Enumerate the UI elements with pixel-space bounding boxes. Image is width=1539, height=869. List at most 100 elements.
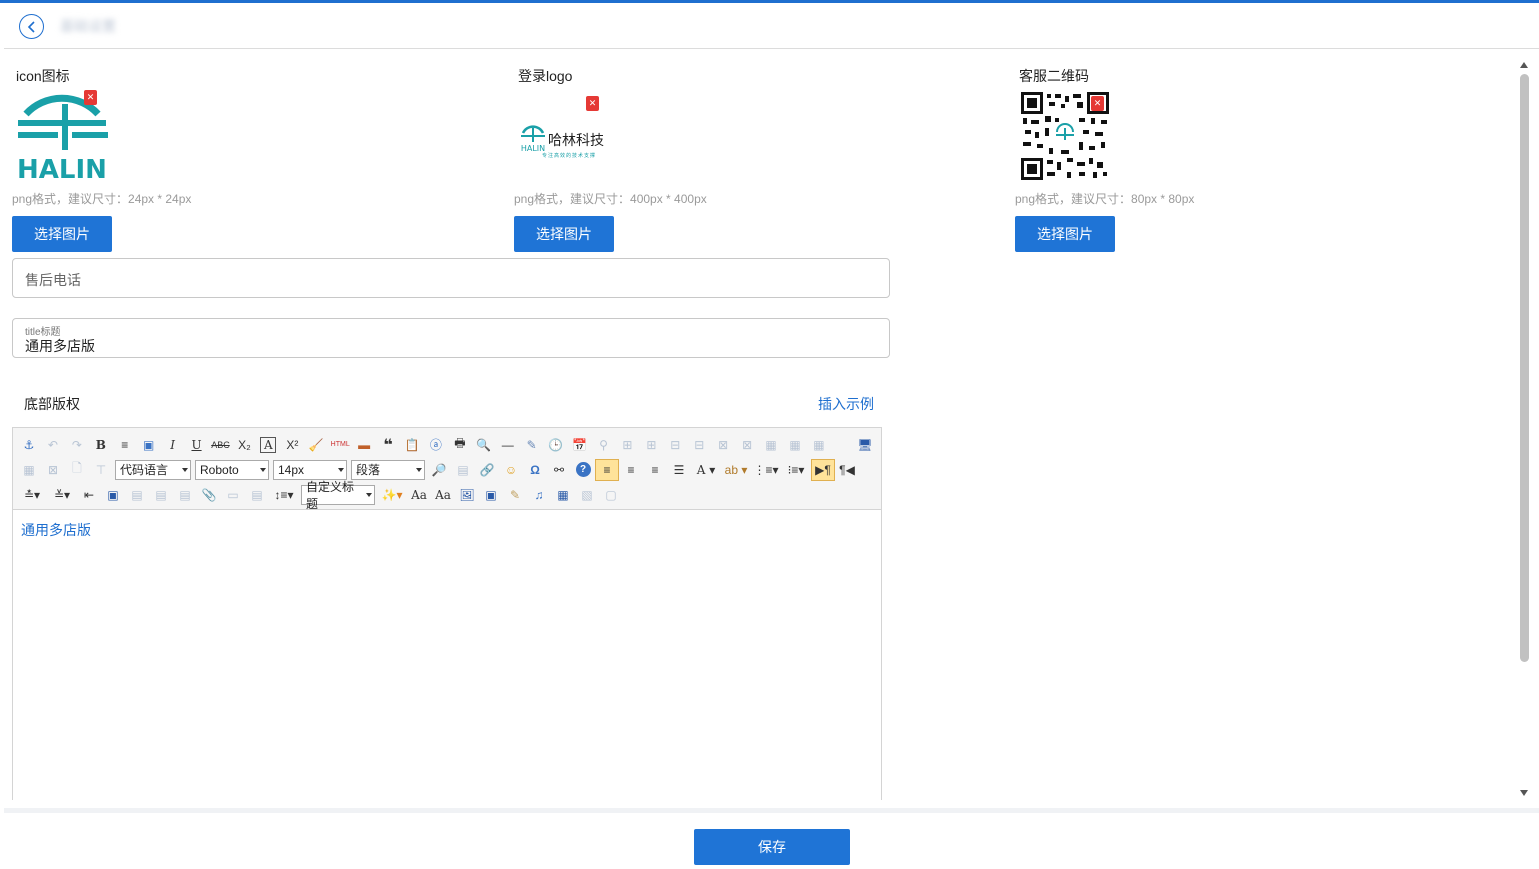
editor-content-area[interactable]: 通用多店版 <box>13 510 881 550</box>
multi-image-icon[interactable]: 🖼 <box>455 484 479 506</box>
font-family-select[interactable]: Roboto <box>195 459 269 480</box>
italic-icon[interactable]: I <box>161 434 185 456</box>
insert-table-icon[interactable]: ▦ <box>551 484 575 506</box>
bold-icon[interactable]: B <box>89 434 113 456</box>
auto-typeset-icon[interactable]: ⓐ <box>424 434 448 456</box>
select-image-button[interactable]: 选择图片 <box>1015 216 1115 252</box>
font-size-select[interactable]: 14px <box>273 459 347 480</box>
html-source-icon[interactable]: HTML <box>328 434 352 456</box>
rtl-direction-icon[interactable]: ¶◀ <box>835 459 859 481</box>
emotion-icon[interactable]: ☺ <box>499 459 523 481</box>
special-char-icon[interactable]: Ω <box>523 459 547 481</box>
insert-col-before-icon[interactable]: ⊞ <box>639 434 663 456</box>
preview-icon[interactable]: 🔍 <box>472 434 496 456</box>
align-center-icon[interactable]: ≡ <box>643 459 667 481</box>
format-painter-icon[interactable]: ▣ <box>137 434 161 456</box>
find-icon[interactable]: ⚯ <box>547 459 571 481</box>
align-right-icon[interactable]: ≡ <box>619 459 643 481</box>
merge-down-icon[interactable]: ⊟ <box>687 434 711 456</box>
unlink-icon[interactable]: ⚲ <box>592 434 616 456</box>
background-color-icon[interactable]: ab ▾ <box>721 459 751 481</box>
anchor-icon[interactable]: ⚓ <box>17 434 41 456</box>
scroll-up-arrow-icon[interactable] <box>1520 62 1528 68</box>
ordered-list-icon[interactable]: ⋮≡▾ <box>751 459 781 481</box>
page-break-icon[interactable]: 🗋 <box>65 459 89 481</box>
insert-image-icon[interactable]: ▣ <box>101 484 125 506</box>
table-icon[interactable]: ▦ <box>17 459 41 481</box>
magic-wand-icon[interactable]: ✨▾ <box>377 484 407 506</box>
vertical-scrollbar[interactable] <box>1518 58 1532 800</box>
insert-frame-icon[interactable]: ▣ <box>479 484 503 506</box>
help-icon[interactable]: ? <box>571 459 595 481</box>
delete-row-icon[interactable]: ⊠ <box>711 434 735 456</box>
row-spacing-top-icon[interactable]: ≛▾ <box>17 484 47 506</box>
blockquote-icon[interactable]: ❝ <box>376 434 400 456</box>
lowercase-icon[interactable]: Aa <box>407 484 431 506</box>
attachment-icon[interactable]: 📎 <box>197 484 221 506</box>
insert-row-before-icon[interactable]: ⊞ <box>615 434 639 456</box>
image-icon[interactable]: ▬ <box>352 434 376 456</box>
scroll-down-arrow-icon[interactable] <box>1520 790 1528 796</box>
undo-icon[interactable]: ↶ <box>41 434 65 456</box>
insert-example-link[interactable]: 插入示例 <box>818 394 874 414</box>
background-icon[interactable]: ▢ <box>599 484 623 506</box>
clear-format-icon[interactable]: 🧹 <box>304 434 328 456</box>
paragraph-select[interactable]: 段落 <box>351 459 425 480</box>
paragraph-value: 段落 <box>356 463 381 477</box>
code-language-select[interactable]: 代码语言 <box>115 459 191 480</box>
date-icon[interactable]: 📅 <box>568 434 592 456</box>
align-justify-icon[interactable]: ☰ <box>667 459 691 481</box>
horizontal-rule-icon[interactable]: — <box>496 434 520 456</box>
eraser-icon[interactable]: ✎ <box>520 434 544 456</box>
custom-title-select[interactable]: 自定义标题 <box>301 480 375 511</box>
back-button[interactable] <box>19 14 44 39</box>
font-color-icon[interactable]: A ▾ <box>691 459 721 481</box>
split-cols-icon[interactable]: ▦ <box>807 434 831 456</box>
underline-icon[interactable]: U <box>185 434 209 456</box>
search-replace-icon[interactable]: 🔎 <box>427 459 451 481</box>
align-left-icon[interactable]: ≡ <box>595 458 619 481</box>
template-icon[interactable]: ▧ <box>575 484 599 506</box>
word-image-icon[interactable]: ▤ <box>245 484 269 506</box>
delete-col-icon[interactable]: ⊠ <box>735 434 759 456</box>
save-button[interactable]: 保存 <box>694 829 850 865</box>
redo-icon[interactable]: ↷ <box>65 434 89 456</box>
delete-table-icon[interactable]: ⊠ <box>41 459 65 481</box>
font-border-icon[interactable]: A <box>260 436 277 453</box>
scroll-thumb[interactable] <box>1520 74 1529 662</box>
link-icon[interactable]: 🔗 <box>475 459 499 481</box>
insert-title-icon[interactable]: ⊤ <box>89 459 113 481</box>
select-all-icon[interactable]: ▤ <box>451 459 475 481</box>
row-spacing-bottom-icon[interactable]: ≚▾ <box>47 484 77 506</box>
uppercase-icon[interactable]: Aa <box>431 484 455 506</box>
select-image-button[interactable]: 选择图片 <box>514 216 614 252</box>
image-center-icon[interactable]: ▭ <box>221 484 245 506</box>
split-cells-icon[interactable]: ▦ <box>759 434 783 456</box>
delete-icon[interactable]: ✕ <box>1091 96 1104 111</box>
select-image-button[interactable]: 选择图片 <box>12 216 112 252</box>
image-none-icon[interactable]: ▤ <box>125 484 149 506</box>
split-rows-icon[interactable]: ▦ <box>783 434 807 456</box>
merge-right-icon[interactable]: ⊟ <box>663 434 687 456</box>
unordered-list-icon[interactable]: ⁝≡▾ <box>781 459 811 481</box>
delete-icon[interactable]: ✕ <box>84 90 97 105</box>
fullscreen-icon[interactable]: 🖥 <box>853 434 877 456</box>
print-icon[interactable]: 🖶 <box>448 434 472 456</box>
music-icon[interactable]: ♫ <box>527 484 551 506</box>
indent-icon[interactable]: ≡ <box>113 434 137 456</box>
delete-icon[interactable]: ✕ <box>586 96 599 111</box>
ltr-direction-icon[interactable]: ▶¶ <box>811 458 835 481</box>
image-right-icon[interactable]: ▤ <box>173 484 197 506</box>
paste-plain-icon[interactable]: 📋 <box>400 434 424 456</box>
toolbar-row-1: ⚓ ↶ ↷ B ≡ ▣ I U ABC X₂ A X² 🧹 HTML ▬ ❝ 📋… <box>17 432 877 457</box>
line-height-icon[interactable]: ↕≡▾ <box>269 484 299 506</box>
scrawl-icon[interactable]: ✎ <box>503 484 527 506</box>
title-field[interactable]: title标题 通用多店版 <box>12 318 890 358</box>
subscript-icon[interactable]: X₂ <box>232 434 256 456</box>
after-sales-phone-field[interactable]: 售后电话 <box>12 258 890 298</box>
image-left-icon[interactable]: ▤ <box>149 484 173 506</box>
strikethrough-icon[interactable]: ABC <box>209 434 233 456</box>
superscript-icon[interactable]: X² <box>280 434 304 456</box>
indent-block-icon[interactable]: ⇤ <box>77 484 101 506</box>
time-icon[interactable]: 🕒 <box>544 434 568 456</box>
